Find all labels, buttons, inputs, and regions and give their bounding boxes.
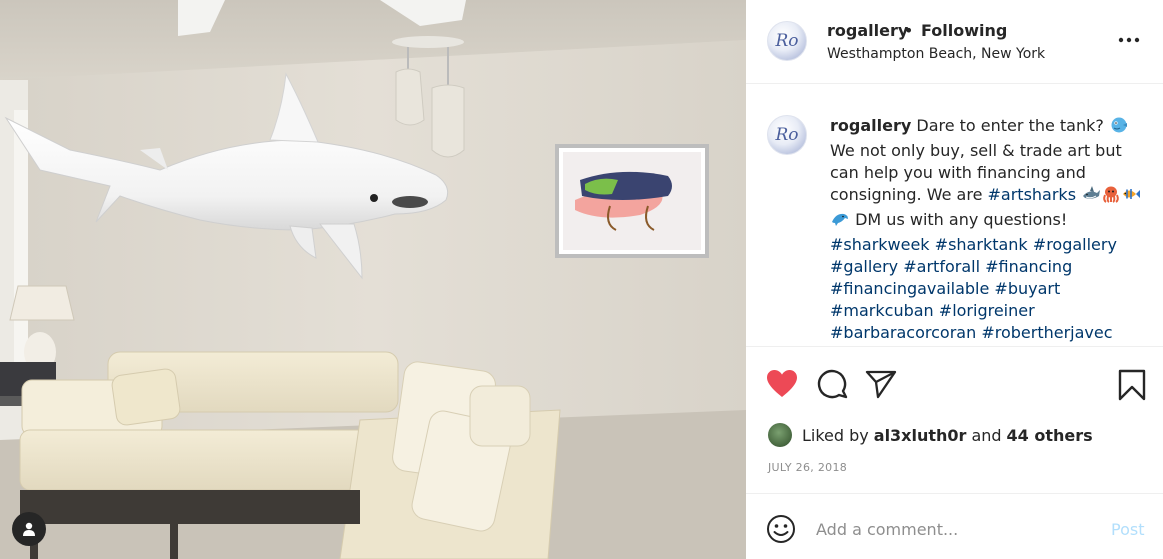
hashtag-link[interactable]: #artsharks	[988, 185, 1077, 204]
bookmark-icon	[1118, 369, 1146, 401]
likes-count-link[interactable]: 44 others	[1007, 426, 1093, 445]
header-username[interactable]: rogallery	[827, 21, 908, 40]
hashtag-link[interactable]: #barbaracorcoran	[830, 323, 976, 342]
user-icon	[23, 522, 35, 536]
save-button[interactable]	[1118, 369, 1146, 405]
hashtag-link[interactable]: #artforall	[903, 257, 980, 276]
post-sidebar: Ro rogallery • Following Westhampton Bea…	[746, 0, 1163, 559]
following-button[interactable]: Following	[921, 21, 1007, 40]
dolphin-emoji-icon	[830, 210, 850, 234]
liker-avatar[interactable]	[768, 423, 792, 447]
hashtag-link[interactable]: #buyart	[994, 279, 1060, 298]
smiley-icon	[767, 515, 795, 543]
caption-avatar[interactable]: Ro	[767, 115, 807, 155]
post-comment-button[interactable]: Post	[1111, 520, 1144, 539]
emoji-button[interactable]	[766, 514, 796, 548]
likes-middle: and	[971, 425, 1002, 445]
caption-text: rogallery Dare to enter the tank? We not…	[830, 115, 1150, 345]
add-comment-section: Post	[746, 495, 1163, 559]
hashtag-link[interactable]: #financing	[985, 257, 1072, 276]
hashtag-link[interactable]: #gallery	[830, 257, 898, 276]
location-link[interactable]: Westhampton Beach, New York	[827, 46, 1045, 62]
liker-username[interactable]: al3xluth0r	[874, 426, 967, 445]
action-bar: Liked by al3xluth0r and 44 others JULY 2…	[746, 346, 1163, 494]
paper-plane-icon	[865, 370, 897, 399]
hashtag-link[interactable]: #financingavailable	[830, 279, 989, 298]
comment-button[interactable]	[817, 369, 849, 403]
shark-emoji-icon	[1081, 185, 1101, 209]
tropical-fish-emoji-icon	[1121, 185, 1141, 209]
post-header: Ro rogallery • Following Westhampton Bea…	[746, 0, 1163, 84]
framed-painting	[555, 144, 709, 258]
avatar-monogram: Ro	[775, 125, 799, 145]
hashtag-link[interactable]: #markcuban	[830, 301, 934, 320]
hashtag-link[interactable]: #rogallery	[1033, 235, 1117, 254]
hashtag-link[interactable]: #lorigreiner	[939, 301, 1035, 320]
caption-username[interactable]: rogallery	[830, 116, 911, 135]
hashtag-link[interactable]: #sharktank	[935, 235, 1028, 254]
comment-icon	[817, 369, 848, 399]
caption-body: Dare to enter the tank? We not only buy,…	[830, 116, 1141, 345]
heart-icon	[767, 370, 797, 397]
hashtag-link[interactable]: #sharkweek	[830, 235, 930, 254]
octopus-emoji-icon	[1101, 185, 1121, 209]
post-date[interactable]: JULY 26, 2018	[768, 461, 847, 474]
like-button[interactable]	[766, 369, 798, 403]
profile-avatar[interactable]: Ro	[767, 21, 807, 61]
avatar-monogram: Ro	[775, 31, 799, 51]
blowfish-emoji-icon	[1109, 116, 1129, 140]
share-button[interactable]	[865, 369, 897, 403]
post-photo[interactable]	[0, 0, 746, 559]
more-options-button[interactable]	[1116, 30, 1142, 50]
more-icon	[1118, 37, 1140, 43]
photo-scene	[0, 0, 746, 559]
likes-prefix: Liked by	[802, 425, 869, 445]
likes-summary: Liked by al3xluth0r and 44 others	[768, 423, 1093, 447]
header-separator: •	[904, 21, 914, 40]
tagged-users-button[interactable]	[12, 512, 46, 546]
comment-input[interactable]	[816, 517, 1086, 541]
hashtag-link[interactable]: #robertherjavec	[981, 323, 1112, 342]
comments-scroll-area[interactable]: Ro rogallery Dare to enter the tank? We …	[746, 85, 1163, 345]
